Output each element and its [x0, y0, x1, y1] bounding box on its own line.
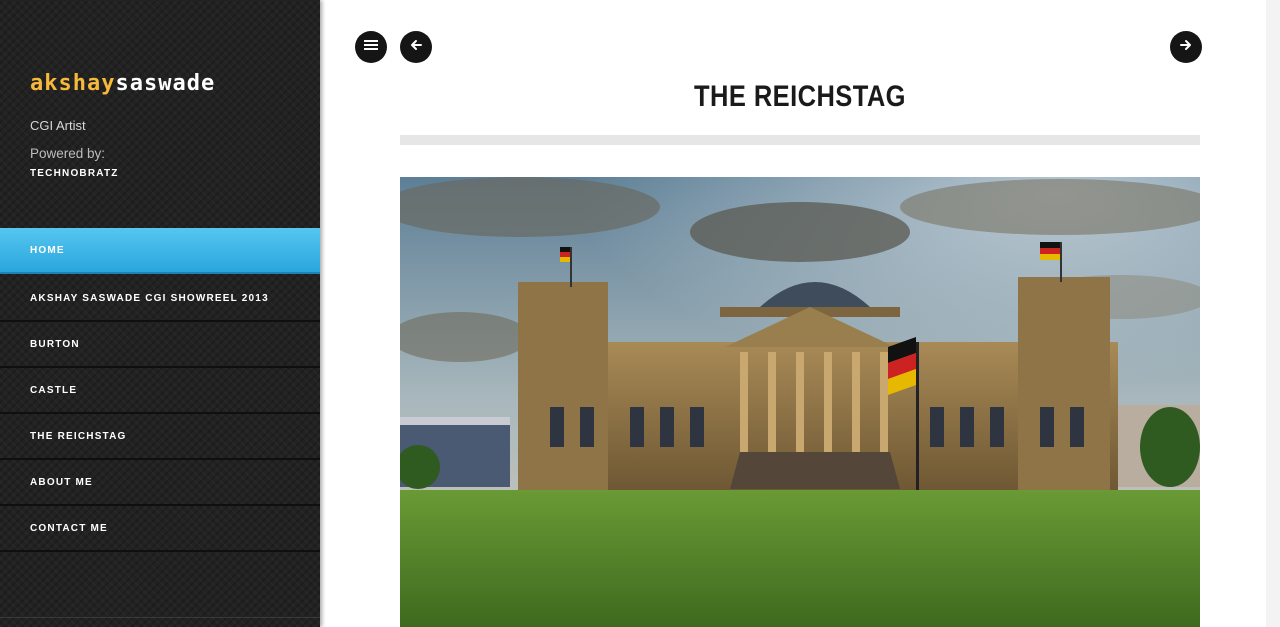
nav-item-showreel[interactable]: AKSHAY SASWADE CGI SHOWREEL 2013: [0, 276, 320, 322]
post-title: THE REICHSTAG: [694, 80, 906, 113]
sidebar: akshay saswade CGI Artist Powered by: TE…: [0, 0, 320, 627]
nav-item-castle[interactable]: CASTLE: [0, 368, 320, 414]
powered-by-label: Powered by:: [30, 146, 106, 161]
nav-item-label: HOME: [30, 244, 65, 256]
reichstag-render-image: [400, 177, 1200, 627]
arrow-right-icon: [1179, 38, 1193, 57]
nav-item-reichstag[interactable]: THE REICHSTAG: [0, 414, 320, 460]
nav-item-label: CASTLE: [30, 384, 78, 396]
nav-item-home[interactable]: HOME: [0, 228, 320, 274]
powered-by-name[interactable]: TECHNOBRATZ: [30, 168, 119, 179]
site-logo[interactable]: akshay saswade: [30, 73, 215, 95]
nav-item-label: AKSHAY SASWADE CGI SHOWREEL 2013: [30, 292, 269, 304]
menu-button[interactable]: [355, 31, 387, 63]
title-divider: [400, 135, 1200, 145]
menu-icon: [363, 37, 379, 58]
nav-item-about[interactable]: ABOUT ME: [0, 460, 320, 506]
sidebar-footer-divider: [0, 617, 320, 627]
page-scrollbar[interactable]: [1266, 0, 1280, 627]
nav-item-label: THE REICHSTAG: [30, 430, 127, 442]
logo-first-name: akshay: [30, 71, 116, 96]
nav-item-contact[interactable]: CONTACT ME: [0, 506, 320, 552]
nav-item-label: ABOUT ME: [30, 476, 93, 488]
nav-item-label: BURTON: [30, 338, 80, 350]
arrow-left-icon: [409, 38, 423, 57]
site-tagline: CGI Artist: [30, 118, 86, 133]
logo-last-name: saswade: [115, 71, 216, 96]
next-post-button[interactable]: [1170, 31, 1202, 63]
previous-post-button[interactable]: [400, 31, 432, 63]
nav-item-burton[interactable]: BURTON: [0, 322, 320, 368]
nav-item-label: CONTACT ME: [30, 522, 108, 534]
